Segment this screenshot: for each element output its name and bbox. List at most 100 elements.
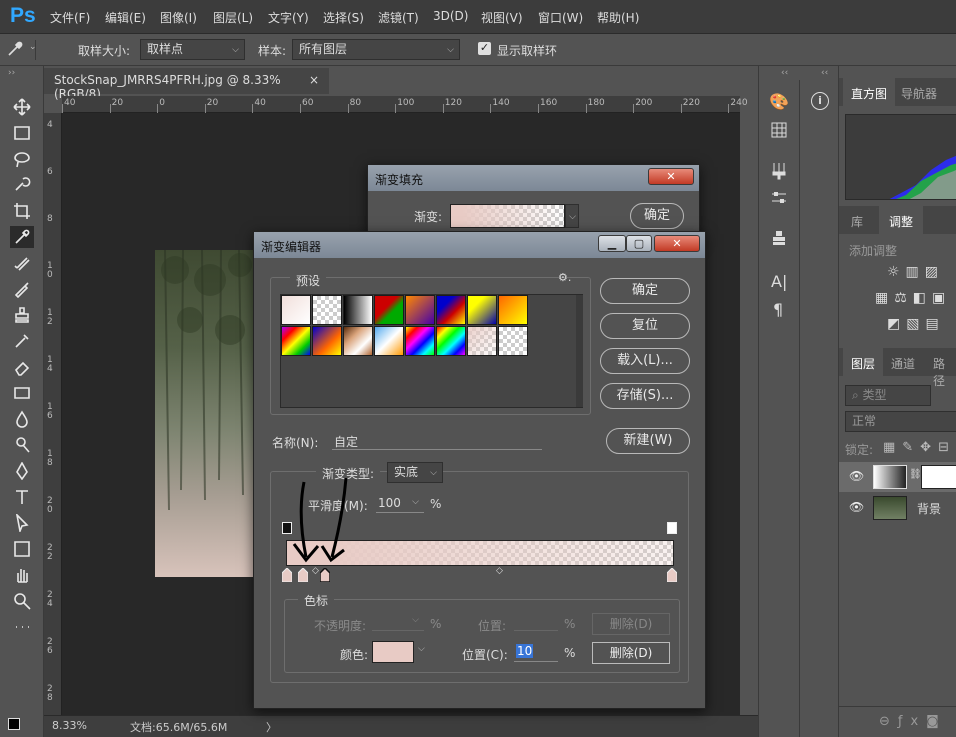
clone-source-icon[interactable] bbox=[771, 230, 787, 249]
tab-adjustments[interactable]: 调整 bbox=[879, 206, 924, 234]
menu-item[interactable]: 图像(I) bbox=[160, 9, 197, 26]
adjustment-icons-row-2[interactable]: ▦⚖◧▣ bbox=[875, 290, 951, 306]
ok-button[interactable]: 确定 bbox=[600, 278, 690, 304]
menu-item[interactable]: 滤镜(T) bbox=[378, 9, 419, 26]
menu-item[interactable]: 文件(F) bbox=[50, 9, 90, 26]
hand-tool-icon[interactable] bbox=[10, 564, 34, 586]
info-icon[interactable]: i bbox=[811, 92, 829, 110]
save-button[interactable]: 存储(S)... bbox=[600, 383, 690, 409]
eye-icon[interactable]: 👁 bbox=[849, 469, 864, 483]
preset-swatch[interactable] bbox=[312, 295, 342, 325]
show-ring-checkbox[interactable]: ✓ bbox=[478, 42, 491, 55]
brushes-icon[interactable] bbox=[771, 162, 787, 183]
clone-stamp-tool-icon[interactable] bbox=[10, 304, 34, 326]
preset-swatch[interactable] bbox=[281, 295, 311, 325]
layer-row-gradient[interactable]: 👁 ⛓ bbox=[839, 462, 956, 492]
eraser-tool-icon[interactable] bbox=[10, 356, 34, 378]
eyedropper-tool-preset[interactable]: ⌄ bbox=[6, 40, 37, 60]
delete-color-stop-button[interactable]: 删除(D) bbox=[592, 642, 670, 664]
marquee-tool-icon[interactable] bbox=[10, 122, 34, 144]
menu-item[interactable]: 窗口(W) bbox=[538, 9, 583, 26]
default-colors-icon[interactable] bbox=[8, 718, 20, 730]
sample-size-select[interactable]: 取样点 ⌵ bbox=[140, 39, 245, 60]
shape-tool-icon[interactable] bbox=[10, 538, 34, 560]
close-icon[interactable]: ✕ bbox=[648, 168, 694, 185]
adjustment-icons-row-1[interactable]: ☼▥▨ bbox=[887, 264, 944, 280]
minimize-icon[interactable]: ▁ bbox=[598, 235, 626, 252]
paragraph-icon[interactable]: ¶ bbox=[773, 300, 783, 319]
gradient-tool-icon[interactable] bbox=[10, 382, 34, 404]
close-tab-icon[interactable]: × bbox=[309, 73, 319, 87]
collapse-icon[interactable]: ‹‹ bbox=[781, 68, 788, 78]
type-tool-icon[interactable] bbox=[10, 486, 34, 508]
preset-swatch[interactable] bbox=[498, 326, 528, 356]
preset-swatch[interactable] bbox=[436, 295, 466, 325]
collapse-icon[interactable]: ›› bbox=[8, 68, 15, 78]
preset-swatch[interactable] bbox=[343, 326, 373, 356]
document-image[interactable] bbox=[155, 250, 255, 577]
eyedropper-tool-icon[interactable] bbox=[10, 226, 34, 248]
healing-brush-tool-icon[interactable] bbox=[10, 252, 34, 274]
preset-swatch[interactable] bbox=[436, 326, 466, 356]
preset-swatch[interactable] bbox=[374, 295, 404, 325]
path-select-tool-icon[interactable] bbox=[10, 512, 34, 534]
tab-navigator[interactable]: 导航器 bbox=[895, 78, 943, 106]
move-tool-icon[interactable] bbox=[10, 96, 34, 118]
preset-swatch[interactable] bbox=[405, 295, 435, 325]
gradient-preview[interactable] bbox=[450, 204, 565, 228]
color-stop[interactable] bbox=[666, 567, 678, 583]
palette-icon[interactable]: 🎨 bbox=[769, 92, 789, 111]
document-tab[interactable]: StockSnap_JMRRS4PFRH.jpg @ 8.33%(RGB/8) … bbox=[44, 68, 329, 101]
preset-swatch[interactable] bbox=[498, 295, 528, 325]
load-button[interactable]: 载入(L)... bbox=[600, 348, 690, 374]
menu-item[interactable]: 编辑(E) bbox=[105, 9, 146, 26]
menu-item[interactable]: 3D(D) bbox=[433, 9, 468, 23]
lock-icons[interactable]: ▦✎✥⊟ bbox=[883, 440, 956, 455]
zoom-tool-icon[interactable] bbox=[10, 590, 34, 612]
more-tools-icon[interactable] bbox=[10, 616, 34, 638]
gear-icon[interactable]: ⚙. bbox=[558, 271, 571, 284]
pen-tool-icon[interactable] bbox=[10, 460, 34, 482]
chevron-down-icon[interactable]: ⌵ bbox=[418, 644, 425, 654]
tab-histogram[interactable]: 直方图 bbox=[843, 78, 896, 106]
presets-scrollbar[interactable] bbox=[576, 295, 583, 407]
new-button[interactable]: 新建(W) bbox=[606, 428, 690, 454]
dodge-tool-icon[interactable] bbox=[10, 434, 34, 456]
blend-mode-select[interactable]: 正常 bbox=[845, 411, 956, 432]
sample-select[interactable]: 所有图层 ⌵ bbox=[292, 39, 460, 60]
menu-item[interactable]: 文字(Y) bbox=[268, 9, 309, 26]
maximize-icon[interactable]: ▢ bbox=[626, 235, 652, 252]
blur-tool-icon[interactable] bbox=[10, 408, 34, 430]
status-menu-arrow[interactable]: 〉 bbox=[266, 719, 277, 735]
layer-kind-filter[interactable]: ⌕ 类型 bbox=[845, 385, 931, 406]
preset-swatch[interactable] bbox=[467, 326, 497, 356]
lasso-tool-icon[interactable] bbox=[10, 148, 34, 170]
opacity-stop-right[interactable] bbox=[667, 522, 677, 534]
menu-item[interactable]: 帮助(H) bbox=[597, 9, 639, 26]
preset-swatch[interactable] bbox=[312, 326, 342, 356]
swatches-grid-icon[interactable] bbox=[771, 122, 787, 141]
adjustment-icons-row-3[interactable]: ◩▧▤ bbox=[887, 316, 945, 332]
gradient-fill-ok-button[interactable]: 确定 bbox=[630, 203, 684, 229]
preset-swatch[interactable] bbox=[405, 326, 435, 356]
tab-paths[interactable]: 路径 bbox=[925, 348, 956, 388]
preset-swatch[interactable] bbox=[281, 326, 311, 356]
midpoint-diamond[interactable]: ◇ bbox=[496, 566, 503, 576]
zoom-level[interactable]: 8.33% bbox=[52, 719, 87, 732]
gradient-dropdown[interactable]: ⌵ bbox=[565, 204, 579, 228]
eye-icon[interactable]: 👁 bbox=[849, 500, 864, 514]
crop-tool-icon[interactable] bbox=[10, 200, 34, 222]
menu-item[interactable]: 选择(S) bbox=[323, 9, 364, 26]
preset-swatch[interactable] bbox=[467, 295, 497, 325]
preset-swatch[interactable] bbox=[343, 295, 373, 325]
color-swatch[interactable] bbox=[372, 641, 414, 663]
layer-mask-thumbnail[interactable] bbox=[921, 465, 956, 489]
character-icon[interactable]: A| bbox=[771, 272, 787, 291]
collapse-icon[interactable]: ‹‹ bbox=[821, 68, 828, 78]
quick-select-tool-icon[interactable] bbox=[10, 174, 34, 196]
properties-sliders-icon[interactable] bbox=[771, 190, 787, 209]
brush-tool-icon[interactable] bbox=[10, 278, 34, 300]
reset-button[interactable]: 复位 bbox=[600, 313, 690, 339]
menu-item[interactable]: 视图(V) bbox=[481, 9, 523, 26]
tab-libraries[interactable]: 库 bbox=[843, 206, 871, 234]
